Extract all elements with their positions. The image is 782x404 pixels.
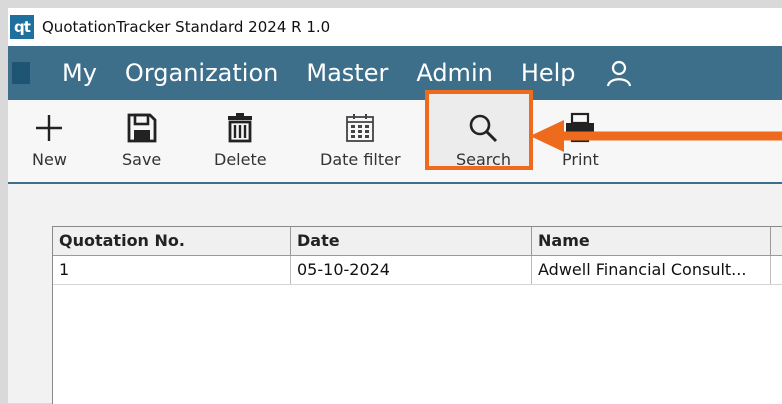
grid-header: Quotation No. Date Name (53, 227, 782, 256)
menu-item-admin[interactable]: Admin (416, 59, 493, 87)
menu-item-organization[interactable]: Organization (125, 59, 278, 87)
search-button[interactable]: Search (456, 112, 511, 169)
quotation-grid[interactable]: Quotation No. Date Name 1 05-10-2024 Adw… (52, 226, 782, 404)
table-row[interactable]: 1 05-10-2024 Adwell Financial Consult... (53, 256, 782, 285)
menu-item-master[interactable]: Master (306, 59, 388, 87)
delete-button[interactable]: Delete (214, 112, 267, 169)
user-icon[interactable] (606, 59, 632, 87)
app-logo-icon: qt (10, 15, 34, 39)
window-title: QuotationTracker Standard 2024 R 1.0 (42, 18, 331, 36)
delete-label: Delete (214, 150, 267, 169)
calendar-icon (346, 114, 375, 142)
new-button[interactable]: New (32, 112, 67, 169)
menu-item-help[interactable]: Help (521, 59, 576, 87)
search-icon (470, 114, 498, 143)
menu-bar: My Organization Master Admin Help (8, 46, 782, 100)
callout-arrow-icon (530, 120, 782, 152)
save-label: Save (122, 150, 162, 169)
column-header-date[interactable]: Date (291, 227, 532, 255)
save-button[interactable]: Save (122, 112, 161, 169)
title-bar: qt QuotationTracker Standard 2024 R 1.0 (8, 8, 782, 46)
cell-extra (771, 256, 782, 284)
grid-body: 1 05-10-2024 Adwell Financial Consult... (53, 256, 782, 285)
floppy-disk-icon (127, 113, 157, 143)
column-header-quotation-no[interactable]: Quotation No. (53, 227, 291, 255)
column-header-name[interactable]: Name (532, 227, 771, 255)
date-filter-label: Date filter (320, 150, 401, 169)
plus-icon (36, 115, 63, 141)
trash-icon (228, 113, 253, 143)
cell-quotation-no: 1 (53, 256, 291, 284)
search-label: Search (456, 150, 511, 169)
menu-item-my[interactable]: My (62, 59, 97, 87)
cell-name: Adwell Financial Consult... (532, 256, 771, 284)
menu-logo-icon (12, 62, 30, 84)
new-label: New (32, 150, 67, 169)
column-header-extra (771, 227, 782, 255)
date-filter-button[interactable]: Date filter (320, 112, 401, 169)
cell-date: 05-10-2024 (291, 256, 532, 284)
